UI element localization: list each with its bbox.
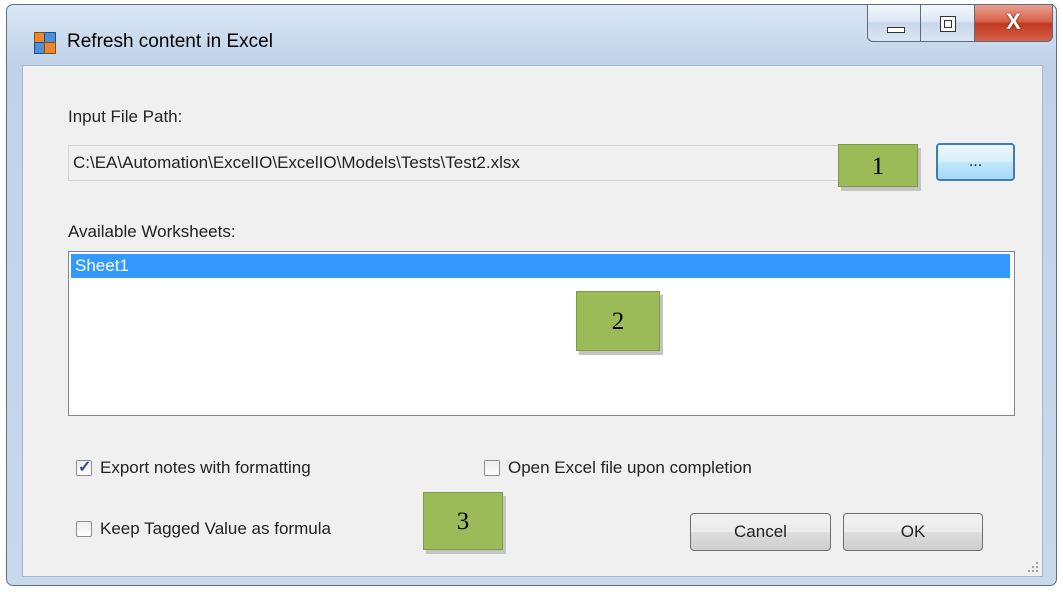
window-title: Refresh content in Excel — [67, 31, 273, 52]
ok-button-label: OK — [900, 522, 926, 541]
callout-3: 3 — [423, 492, 503, 550]
window-controls: X — [867, 4, 1053, 42]
dialog-client-area: Input File Path: C:\EA\Automation\ExcelI… — [22, 65, 1043, 577]
callout-2: 2 — [576, 291, 660, 351]
available-worksheets-label: Available Worksheets: — [68, 222, 236, 241]
keep-tagged-value-option[interactable]: Keep Tagged Value as formula — [76, 519, 331, 539]
callout-1: 1 — [838, 144, 918, 187]
worksheet-item-sheet1[interactable]: Sheet1 — [71, 254, 1010, 278]
browse-button[interactable]: ... — [936, 143, 1015, 181]
cancel-button-label: Cancel — [734, 522, 787, 541]
export-notes-option[interactable]: ✓ Export notes with formatting — [76, 458, 311, 478]
maximize-icon — [940, 16, 956, 32]
app-icon — [34, 32, 56, 54]
keep-tagged-value-label: Keep Tagged Value as formula — [100, 519, 331, 538]
close-icon: X — [1006, 9, 1021, 34]
worksheets-list[interactable]: Sheet1 — [68, 251, 1015, 416]
input-file-path-field[interactable]: C:\EA\Automation\ExcelIO\ExcelIO\Models\… — [68, 145, 848, 181]
keep-tagged-value-checkbox[interactable] — [76, 521, 92, 537]
maximize-button[interactable] — [921, 4, 975, 42]
minimize-button[interactable] — [867, 4, 921, 42]
input-file-path-value: C:\EA\Automation\ExcelIO\ExcelIO\Models\… — [73, 153, 520, 172]
open-excel-checkbox[interactable] — [484, 460, 500, 476]
export-notes-checkbox[interactable]: ✓ — [76, 459, 92, 476]
title-bar[interactable]: Refresh content in Excel X — [7, 4, 1056, 65]
export-notes-label: Export notes with formatting — [100, 458, 311, 477]
open-excel-label: Open Excel file upon completion — [508, 458, 752, 477]
resize-grip-icon[interactable] — [1026, 560, 1040, 574]
ok-button[interactable]: OK — [843, 513, 983, 551]
input-file-path-label: Input File Path: — [68, 107, 183, 126]
cancel-button[interactable]: Cancel — [690, 513, 831, 551]
dialog-window: Refresh content in Excel X Input File Pa… — [6, 4, 1057, 586]
checkmark-icon: ✓ — [78, 459, 92, 476]
browse-button-label: ... — [968, 153, 983, 170]
close-button[interactable]: X — [975, 4, 1053, 42]
worksheet-item-label: Sheet1 — [75, 256, 129, 275]
minimize-icon — [887, 27, 905, 33]
open-excel-option[interactable]: Open Excel file upon completion — [484, 458, 752, 478]
